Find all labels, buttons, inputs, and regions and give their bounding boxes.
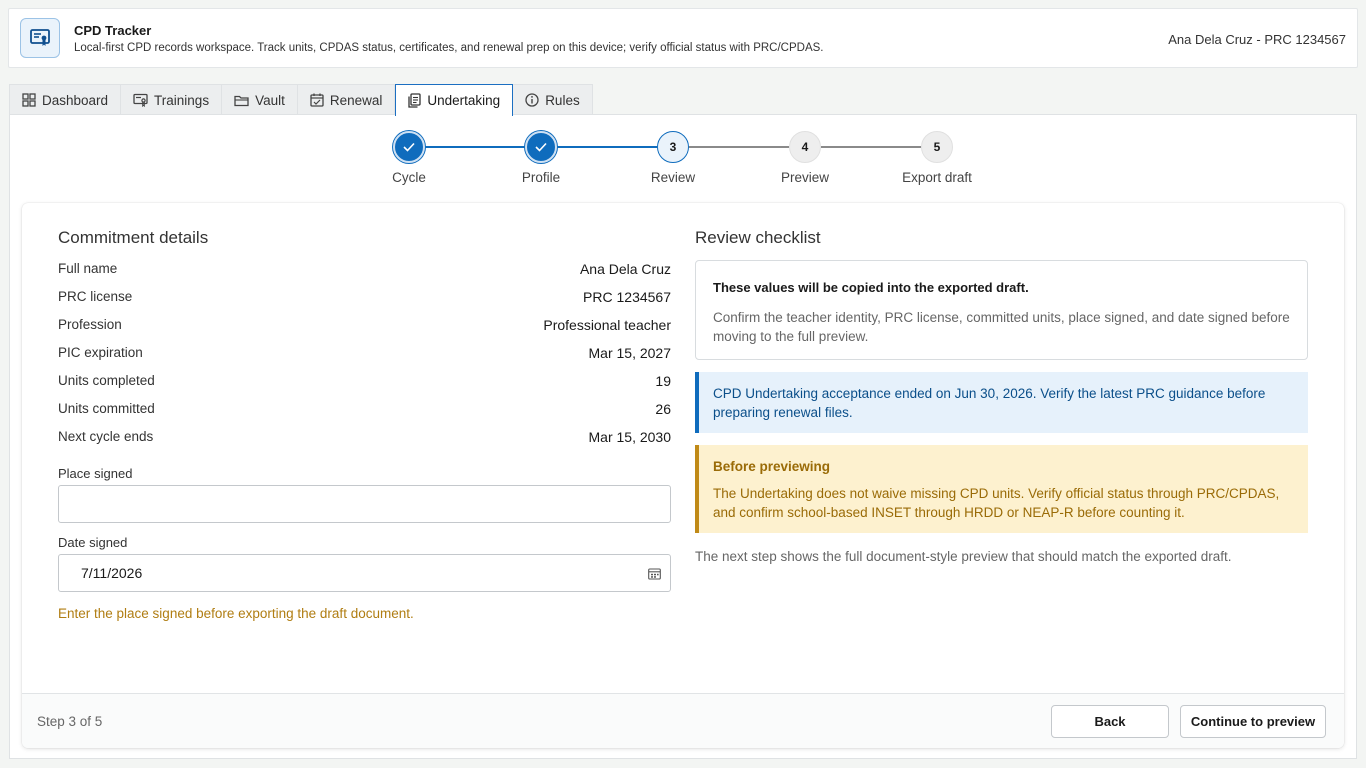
next-step-note: The next step shows the full document-st… [695,549,1232,564]
units-committed-label: Units committed [58,401,155,416]
step-review[interactable]: 3 [657,131,689,163]
acceptance-ended-notice: CPD Undertaking acceptance ended on Jun … [695,372,1308,433]
tab-rules[interactable]: Rules [513,84,593,115]
review-checklist-title: Review checklist [695,228,821,247]
profession-value: Professional teacher [543,317,671,333]
next-cycle-ends-label: Next cycle ends [58,429,154,444]
date-signed-value: 7/11/2026 [81,565,143,581]
step-number: 3 [669,140,677,154]
info-box-title: These values will be copied into the exp… [713,280,1029,295]
document-icon [408,93,422,108]
calendar-icon [310,93,324,107]
date-signed-label: Date signed [58,535,128,550]
stepper-connector [689,146,789,148]
units-completed-value: 19 [655,373,671,389]
info-icon [525,93,539,107]
date-signed-input[interactable]: 7/11/2026 [58,554,671,592]
tab-label: Undertaking [427,93,501,108]
place-signed-warning: Enter the place signed before exporting … [58,606,414,621]
info-box-text: Confirm the teacher identity, PRC licens… [713,310,1290,344]
place-signed-label: Place signed [58,466,133,481]
step-preview[interactable]: 4 [789,131,821,163]
units-completed-label: Units completed [58,373,155,388]
place-signed-input[interactable] [58,485,671,523]
pic-expiration-value: Mar 15, 2027 [588,345,672,361]
step-label-preview: Preview [780,170,829,185]
pic-expiration-label: PIC expiration [58,345,143,360]
tab-undertaking[interactable]: Undertaking [395,84,514,116]
step-number: 5 [933,140,941,154]
next-cycle-ends-value: Mar 15, 2030 [588,429,672,445]
tab-label: Rules [545,92,580,108]
continue-to-preview-button[interactable]: Continue to preview [1180,705,1326,738]
tab-vault[interactable]: Vault [222,84,298,115]
step-cycle[interactable] [393,131,425,163]
prc-license-value: PRC 1234567 [583,289,671,305]
review-card: Commitment details Full name Ana Dela Cr… [22,203,1344,748]
export-values-info-box: These values will be copied into the exp… [695,260,1308,360]
tab-label: Dashboard [42,92,109,108]
calendar-picker-icon[interactable] [648,567,661,583]
notice-title: Before previewing [713,459,831,474]
units-committed-value: 26 [655,401,671,417]
stepper-connector [557,146,657,148]
step-export-draft[interactable]: 5 [921,131,953,163]
tab-label: Renewal [329,92,383,108]
step-label-export-draft: Export draft [902,170,972,185]
step-profile[interactable] [525,131,557,163]
before-previewing-notice: Before previewing The Undertaking does n… [695,445,1308,533]
main-tabs: Dashboard Trainings Vault Renewal Undert… [9,84,593,116]
prc-license-label: PRC license [58,289,133,304]
notice-text: CPD Undertaking acceptance ended on Jun … [713,386,1266,420]
checkmark-icon [403,142,415,152]
notice-text: The Undertaking does not waive missing C… [713,486,1280,520]
grid-icon [22,93,36,107]
tab-trainings[interactable]: Trainings [121,84,223,115]
step-label-review: Review [650,170,696,185]
profession-label: Profession [58,317,122,332]
stepper-connector [821,146,921,148]
back-button[interactable]: Back [1051,705,1169,738]
step-count: Step 3 of 5 [37,714,103,729]
app-header: CPD Tracker Local-first CPD records work… [8,8,1358,68]
step-label-cycle: Cycle [392,170,426,185]
user-identity: Ana Dela Cruz - PRC 1234567 [1168,32,1346,47]
tab-dashboard[interactable]: Dashboard [9,84,122,115]
tab-label: Trainings [154,92,210,108]
certificate-icon [133,93,148,107]
folder-icon [234,94,249,107]
tab-label: Vault [255,92,285,108]
tab-renewal[interactable]: Renewal [297,84,396,115]
app-subtitle: Local-first CPD records workspace. Track… [74,42,824,54]
commitment-details-title: Commitment details [58,228,209,247]
stepper-connector [425,146,525,148]
step-number: 4 [801,140,809,154]
app-title: CPD Tracker [74,23,152,38]
full-name-value: Ana Dela Cruz [579,261,671,277]
wizard-footer: Step 3 of 5 Back Continue to preview [22,693,1344,748]
checkmark-icon [535,142,547,152]
certificate-app-icon [20,18,60,58]
step-label-profile: Profile [521,170,561,185]
full-name-label: Full name [58,261,118,276]
